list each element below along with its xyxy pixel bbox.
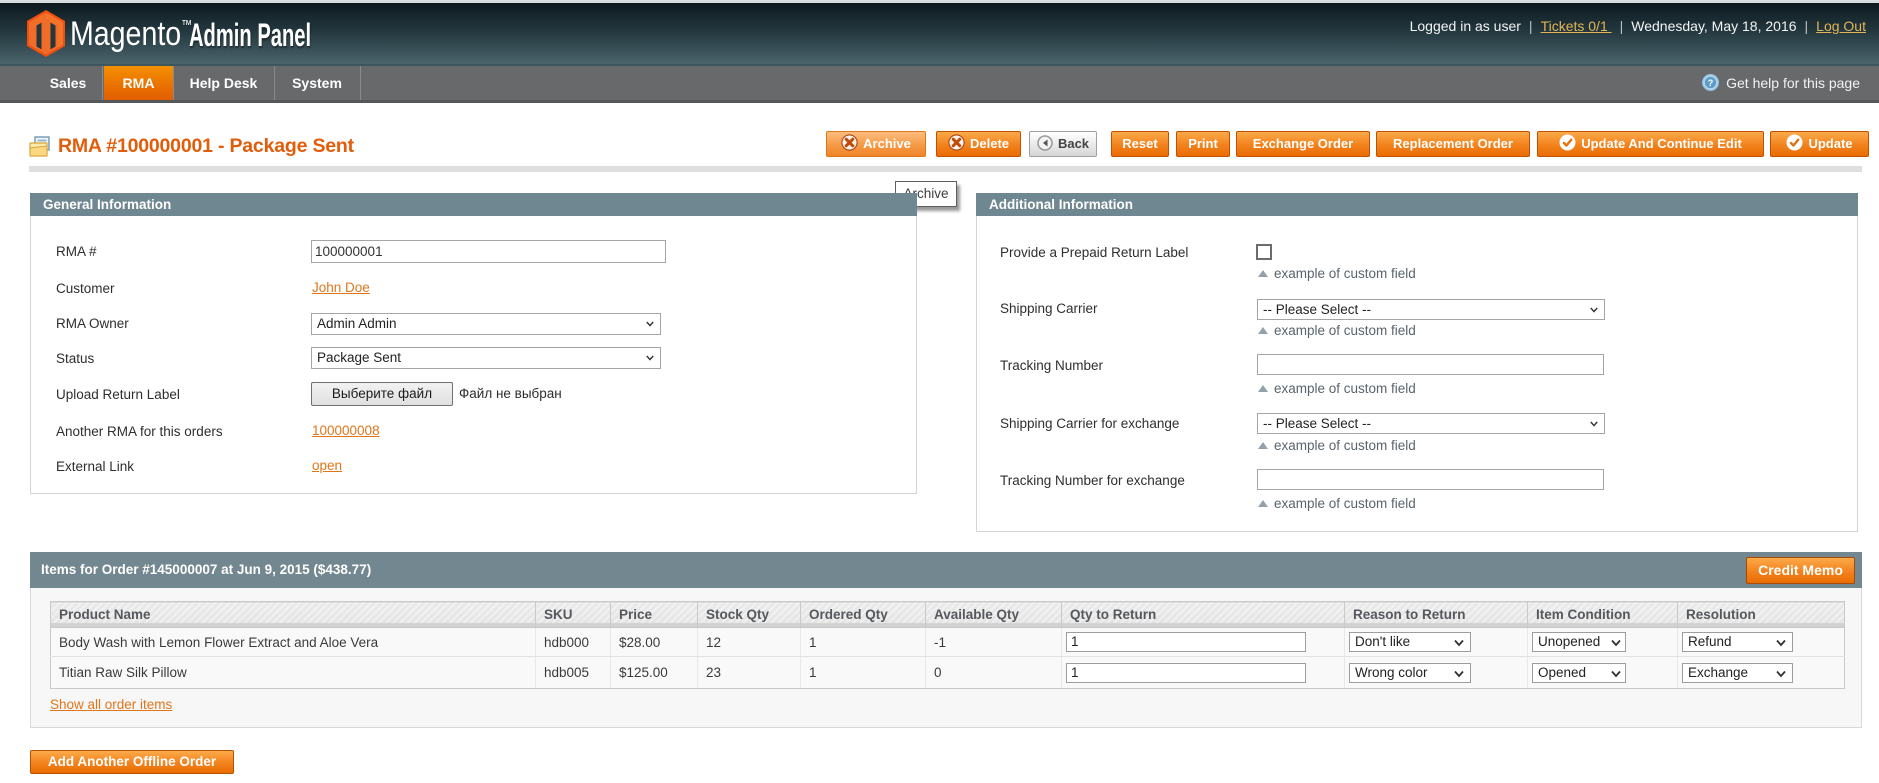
svg-text:?: ? bbox=[1708, 78, 1714, 88]
